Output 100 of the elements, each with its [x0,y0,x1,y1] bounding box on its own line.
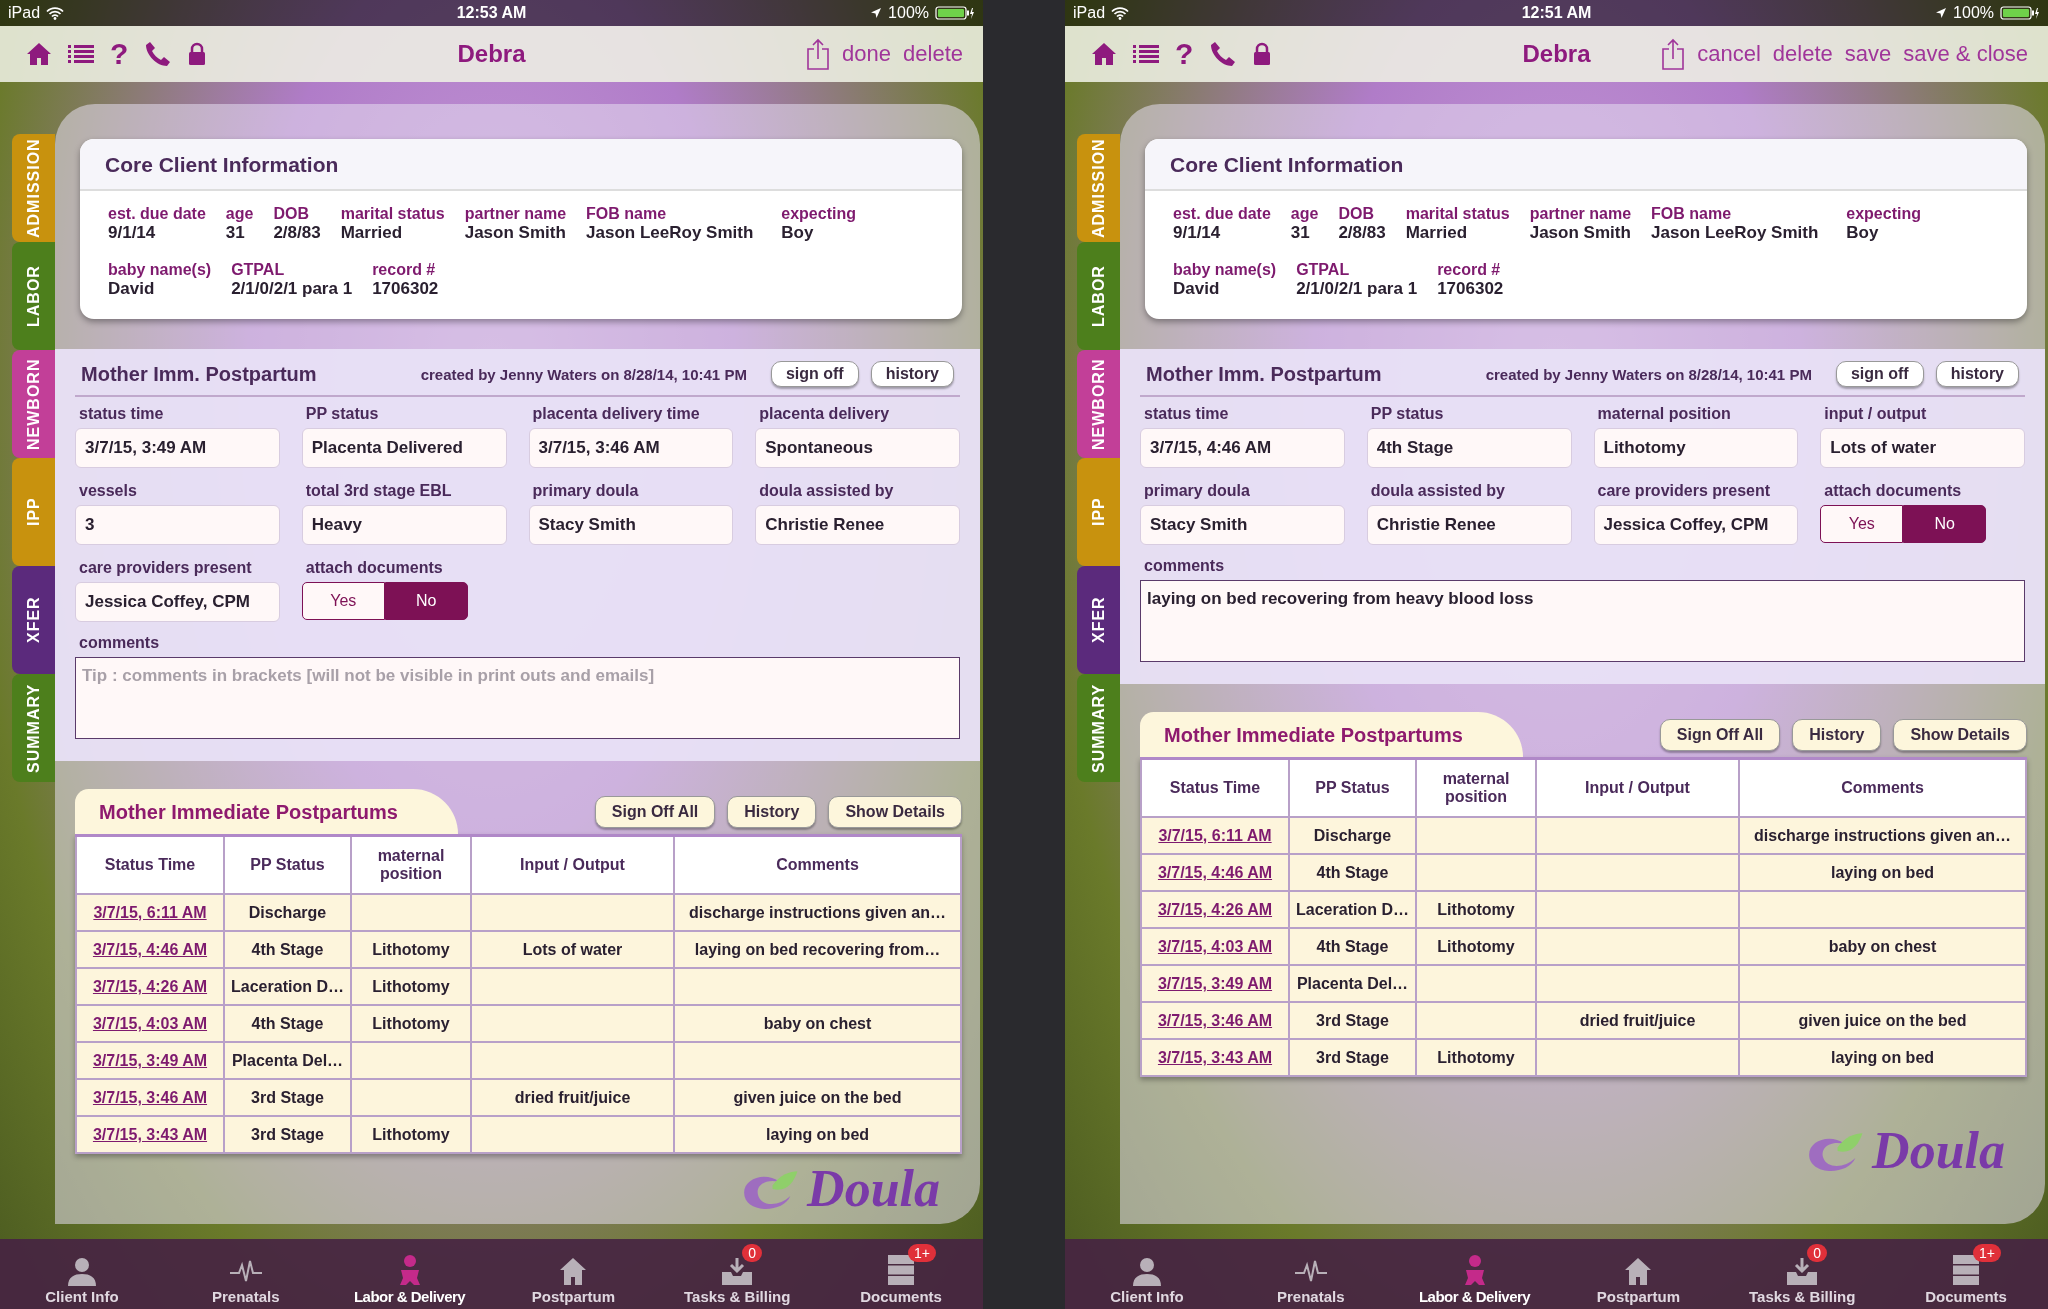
tab-bar-item[interactable]: 0 Tasks & Billing [1732,1242,1873,1305]
status-time-link[interactable]: 3/7/15, 3:49 AM [1157,974,1273,993]
status-time-link[interactable]: 3/7/15, 3:43 AM [92,1125,208,1144]
input-field[interactable]: Spontaneous [755,428,960,468]
phone-icon[interactable] [1209,40,1238,68]
input-field[interactable]: Lots of water [1820,428,2025,468]
info-label: record # [372,261,437,279]
menu-icon[interactable] [68,44,94,64]
menu-icon[interactable] [1133,44,1159,64]
help-icon[interactable]: ? [1175,39,1194,69]
section-tab[interactable]: XFER [12,566,55,674]
info-value: 2/1/0/2/1 para 1 [1296,279,1418,299]
share-icon[interactable] [806,38,831,70]
status-time-link[interactable]: 3/7/15, 4:26 AM [92,977,208,996]
section-tab[interactable]: NEWBORN [1077,350,1120,458]
inbox-download-icon [720,1256,755,1286]
tab-bar-item[interactable]: 1+ Documents [1896,1242,2037,1305]
input-field[interactable]: Stacy Smith [1140,505,1345,545]
tab-bar-item[interactable]: Prenatals [175,1242,316,1305]
status-time-link[interactable]: 3/7/15, 3:46 AM [1157,1011,1273,1030]
home-icon[interactable] [1091,42,1117,66]
list-action-button[interactable]: Show Details [828,796,962,828]
record-action-button[interactable]: history [870,361,954,387]
tab-bar-item[interactable]: 0 Tasks & Billing [667,1242,808,1305]
nav-action-link[interactable]: done [842,41,892,67]
status-time-link[interactable]: 3/7/15, 3:49 AM [92,1051,208,1070]
segment-option[interactable]: Yes [301,582,385,620]
list-action-button[interactable]: Sign Off All [1659,719,1781,751]
table-cell: Lithotomy [352,1006,472,1043]
tab-bar-item[interactable]: Postpartum [1568,1242,1709,1305]
info-value: Married [1405,223,1469,243]
info-label: age [225,205,254,223]
help-icon[interactable]: ? [110,39,129,69]
section-tab[interactable]: LABOR [12,242,55,350]
field-label: attach documents [1823,482,1963,500]
status-time-link[interactable]: 3/7/15, 3:43 AM [1157,1048,1273,1067]
input-field[interactable]: Jessica Coffey, CPM [1593,505,1799,545]
input-field[interactable]: Christie Renee [755,505,960,545]
tab-bar-item[interactable]: Prenatals [1240,1242,1381,1305]
logo-wordmark: Doula [1872,1124,2005,1177]
field-label: vessels [78,482,138,500]
record-action-button[interactable]: sign off [1835,361,1924,387]
status-time-link[interactable]: 3/7/15, 4:03 AM [92,1014,208,1033]
segment-option[interactable]: No [384,582,468,620]
list-action-button[interactable]: Sign Off All [594,796,716,828]
section-tab[interactable]: LABOR [1077,242,1120,350]
section-tab[interactable]: XFER [1077,566,1120,674]
input-field[interactable]: 4th Stage [1366,428,1572,468]
list-action-button[interactable]: Show Details [1893,719,2027,751]
info-value: 9/1/14 [1173,223,1222,243]
home-icon[interactable] [26,42,52,66]
input-field[interactable]: Stacy Smith [528,505,734,545]
share-icon[interactable] [1661,38,1686,70]
lock-icon[interactable] [188,42,207,66]
comments-field[interactable]: Tip : comments in brackets [will not be visible in print outs and emails] [75,657,960,739]
tab-bar-item[interactable]: Client Info [11,1242,152,1305]
input-field[interactable]: 3/7/15, 4:46 AM [1140,428,1345,468]
info-value: 2/8/83 [273,223,321,243]
tab-bar-item[interactable]: Labor & Delivery [1404,1242,1545,1305]
field-label: comments [78,634,161,652]
table-cell: 3rd Stage [225,1117,352,1154]
lock-icon[interactable] [1253,42,1272,66]
segment-option[interactable]: Yes [1820,505,1904,543]
nav-action-link[interactable]: save & close [1903,41,2028,67]
tab-bar-item[interactable]: Client Info [1076,1242,1217,1305]
status-time-link[interactable]: 3/7/15, 6:11 AM [93,903,207,922]
tab-bar-item[interactable]: Postpartum [503,1242,644,1305]
section-tab[interactable]: NEWBORN [12,350,55,458]
record-action-button[interactable]: sign off [770,361,859,387]
input-field[interactable]: Placenta Delivered [301,428,507,468]
input-field[interactable]: Heavy [301,505,507,545]
list-action-button[interactable]: History [727,796,817,828]
status-time-link[interactable]: 3/7/15, 4:46 AM [1157,863,1273,882]
phone-icon[interactable] [144,40,173,68]
nav-action-link[interactable]: cancel [1697,41,1761,67]
status-time-link[interactable]: 3/7/15, 4:26 AM [1157,900,1273,919]
nav-action-link[interactable]: delete [1772,41,1833,67]
input-field[interactable]: Jessica Coffey, CPM [75,582,280,622]
comments-field[interactable]: laying on bed recovering from heavy blood loss [1140,580,2025,662]
input-field[interactable]: 3/7/15, 3:46 AM [528,428,734,468]
status-time-link[interactable]: 3/7/15, 4:46 AM [92,940,208,959]
tab-bar-item[interactable]: 1+ Documents [831,1242,972,1305]
info-value: 2/1/0/2/1 para 1 [231,279,353,299]
input-field[interactable]: 3/7/15, 3:49 AM [75,428,280,468]
input-field[interactable]: Lithotomy [1593,428,1799,468]
status-time-link[interactable]: 3/7/15, 3:46 AM [92,1088,208,1107]
record-action-button[interactable]: history [1935,361,2019,387]
section-title: Mother Imm. Postpartum [81,362,317,386]
input-field[interactable]: Christie Renee [1366,505,1572,545]
list-action-button[interactable]: History [1792,719,1882,751]
nav-action-link[interactable]: delete [903,41,963,67]
section-tab[interactable]: SUMMARY [1077,674,1120,782]
tab-bar-item[interactable]: Labor & Delivery [339,1242,480,1305]
section-tab[interactable]: SUMMARY [12,674,55,782]
info-value: Jason Smith [1529,223,1632,243]
segment-option[interactable]: No [1903,505,1987,543]
status-time-link[interactable]: 3/7/15, 6:11 AM [1158,826,1272,845]
status-time-link[interactable]: 3/7/15, 4:03 AM [1157,937,1273,956]
input-field[interactable]: 3 [75,505,280,545]
nav-action-link[interactable]: save [1844,41,1892,67]
